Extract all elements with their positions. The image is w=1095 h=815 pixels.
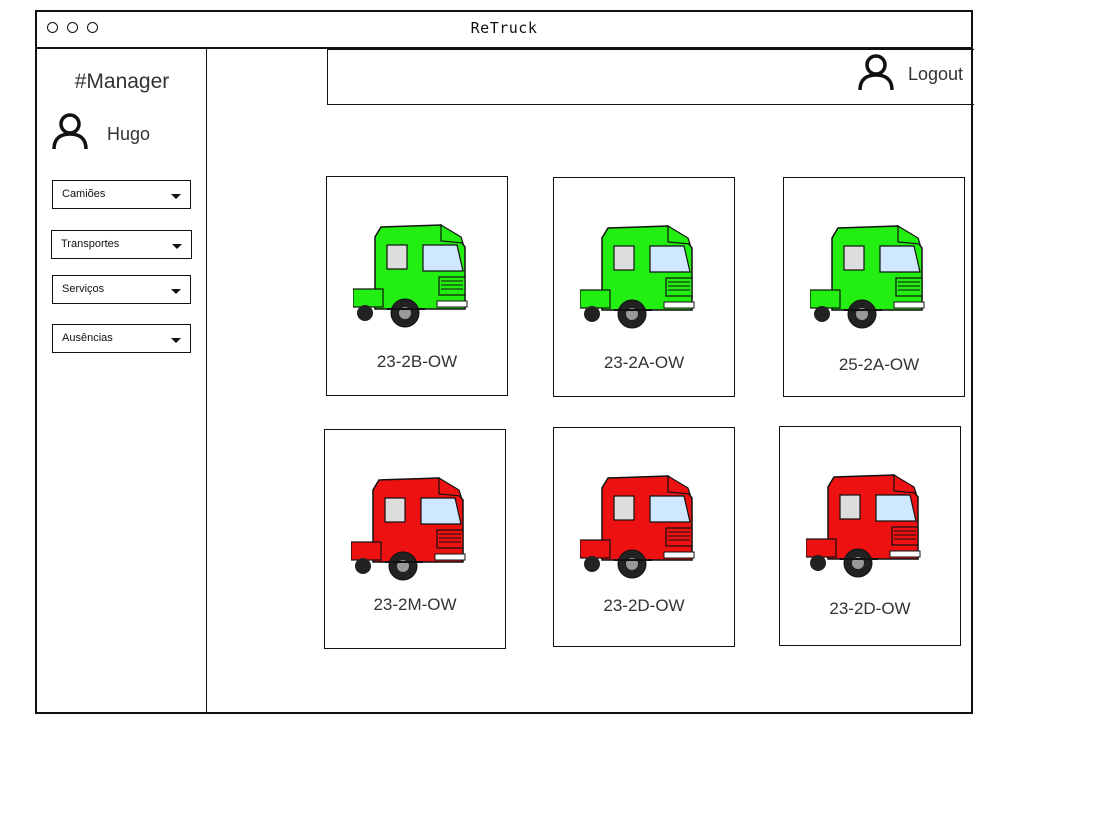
chevron-down-icon <box>171 194 181 199</box>
role-label: #Manager <box>74 70 170 93</box>
truck-icon <box>351 476 466 581</box>
menu-servicos[interactable]: Serviços <box>52 275 191 304</box>
truck-plate: 25-2A-OW <box>838 355 920 374</box>
chevron-down-icon <box>171 338 181 343</box>
menu-label: Ausências <box>62 332 113 344</box>
truck-card[interactable]: 23-2M-OW <box>324 429 506 649</box>
truck-card[interactable]: 23-2B-OW <box>326 176 508 396</box>
sidebar: #Manager Hugo Camiões Transportes Serviç… <box>37 48 207 714</box>
truck-icon <box>580 224 695 329</box>
truck-icon <box>580 474 695 579</box>
truck-card[interactable]: 23-2D-OW <box>553 427 735 647</box>
truck-card[interactable]: 25-2A-OW <box>783 177 965 397</box>
menu-label: Camiões <box>62 188 106 200</box>
logout-button[interactable]: Logout <box>908 64 963 85</box>
window-title: ReTruck <box>470 19 538 37</box>
title-bar: ReTruck <box>37 12 971 49</box>
truck-icon <box>353 223 468 328</box>
truck-plate: 23-2D-OW <box>603 596 685 615</box>
truck-card[interactable]: 23-2A-OW <box>553 177 735 397</box>
menu-camioes[interactable]: Camiões <box>52 180 191 209</box>
truck-plate: 23-2D-OW <box>829 599 911 618</box>
user-icon <box>858 54 894 91</box>
menu-label: Transportes <box>61 238 120 250</box>
truck-card[interactable]: 23-2D-OW <box>779 426 961 646</box>
truck-plate: 23-2B-OW <box>376 352 458 371</box>
truck-plate: 23-2A-OW <box>603 353 685 372</box>
menu-transportes[interactable]: Transportes <box>51 230 192 259</box>
truck-plate: 23-2M-OW <box>373 595 457 614</box>
truck-icon <box>806 473 921 578</box>
menu-ausencias[interactable]: Ausências <box>52 324 191 353</box>
user-avatar-icon <box>52 113 88 150</box>
chevron-down-icon <box>171 289 181 294</box>
user-name: Hugo <box>107 124 151 144</box>
top-header: Logout <box>327 49 974 105</box>
menu-label: Serviços <box>62 283 105 295</box>
chevron-down-icon <box>172 244 182 249</box>
truck-icon <box>810 224 925 329</box>
